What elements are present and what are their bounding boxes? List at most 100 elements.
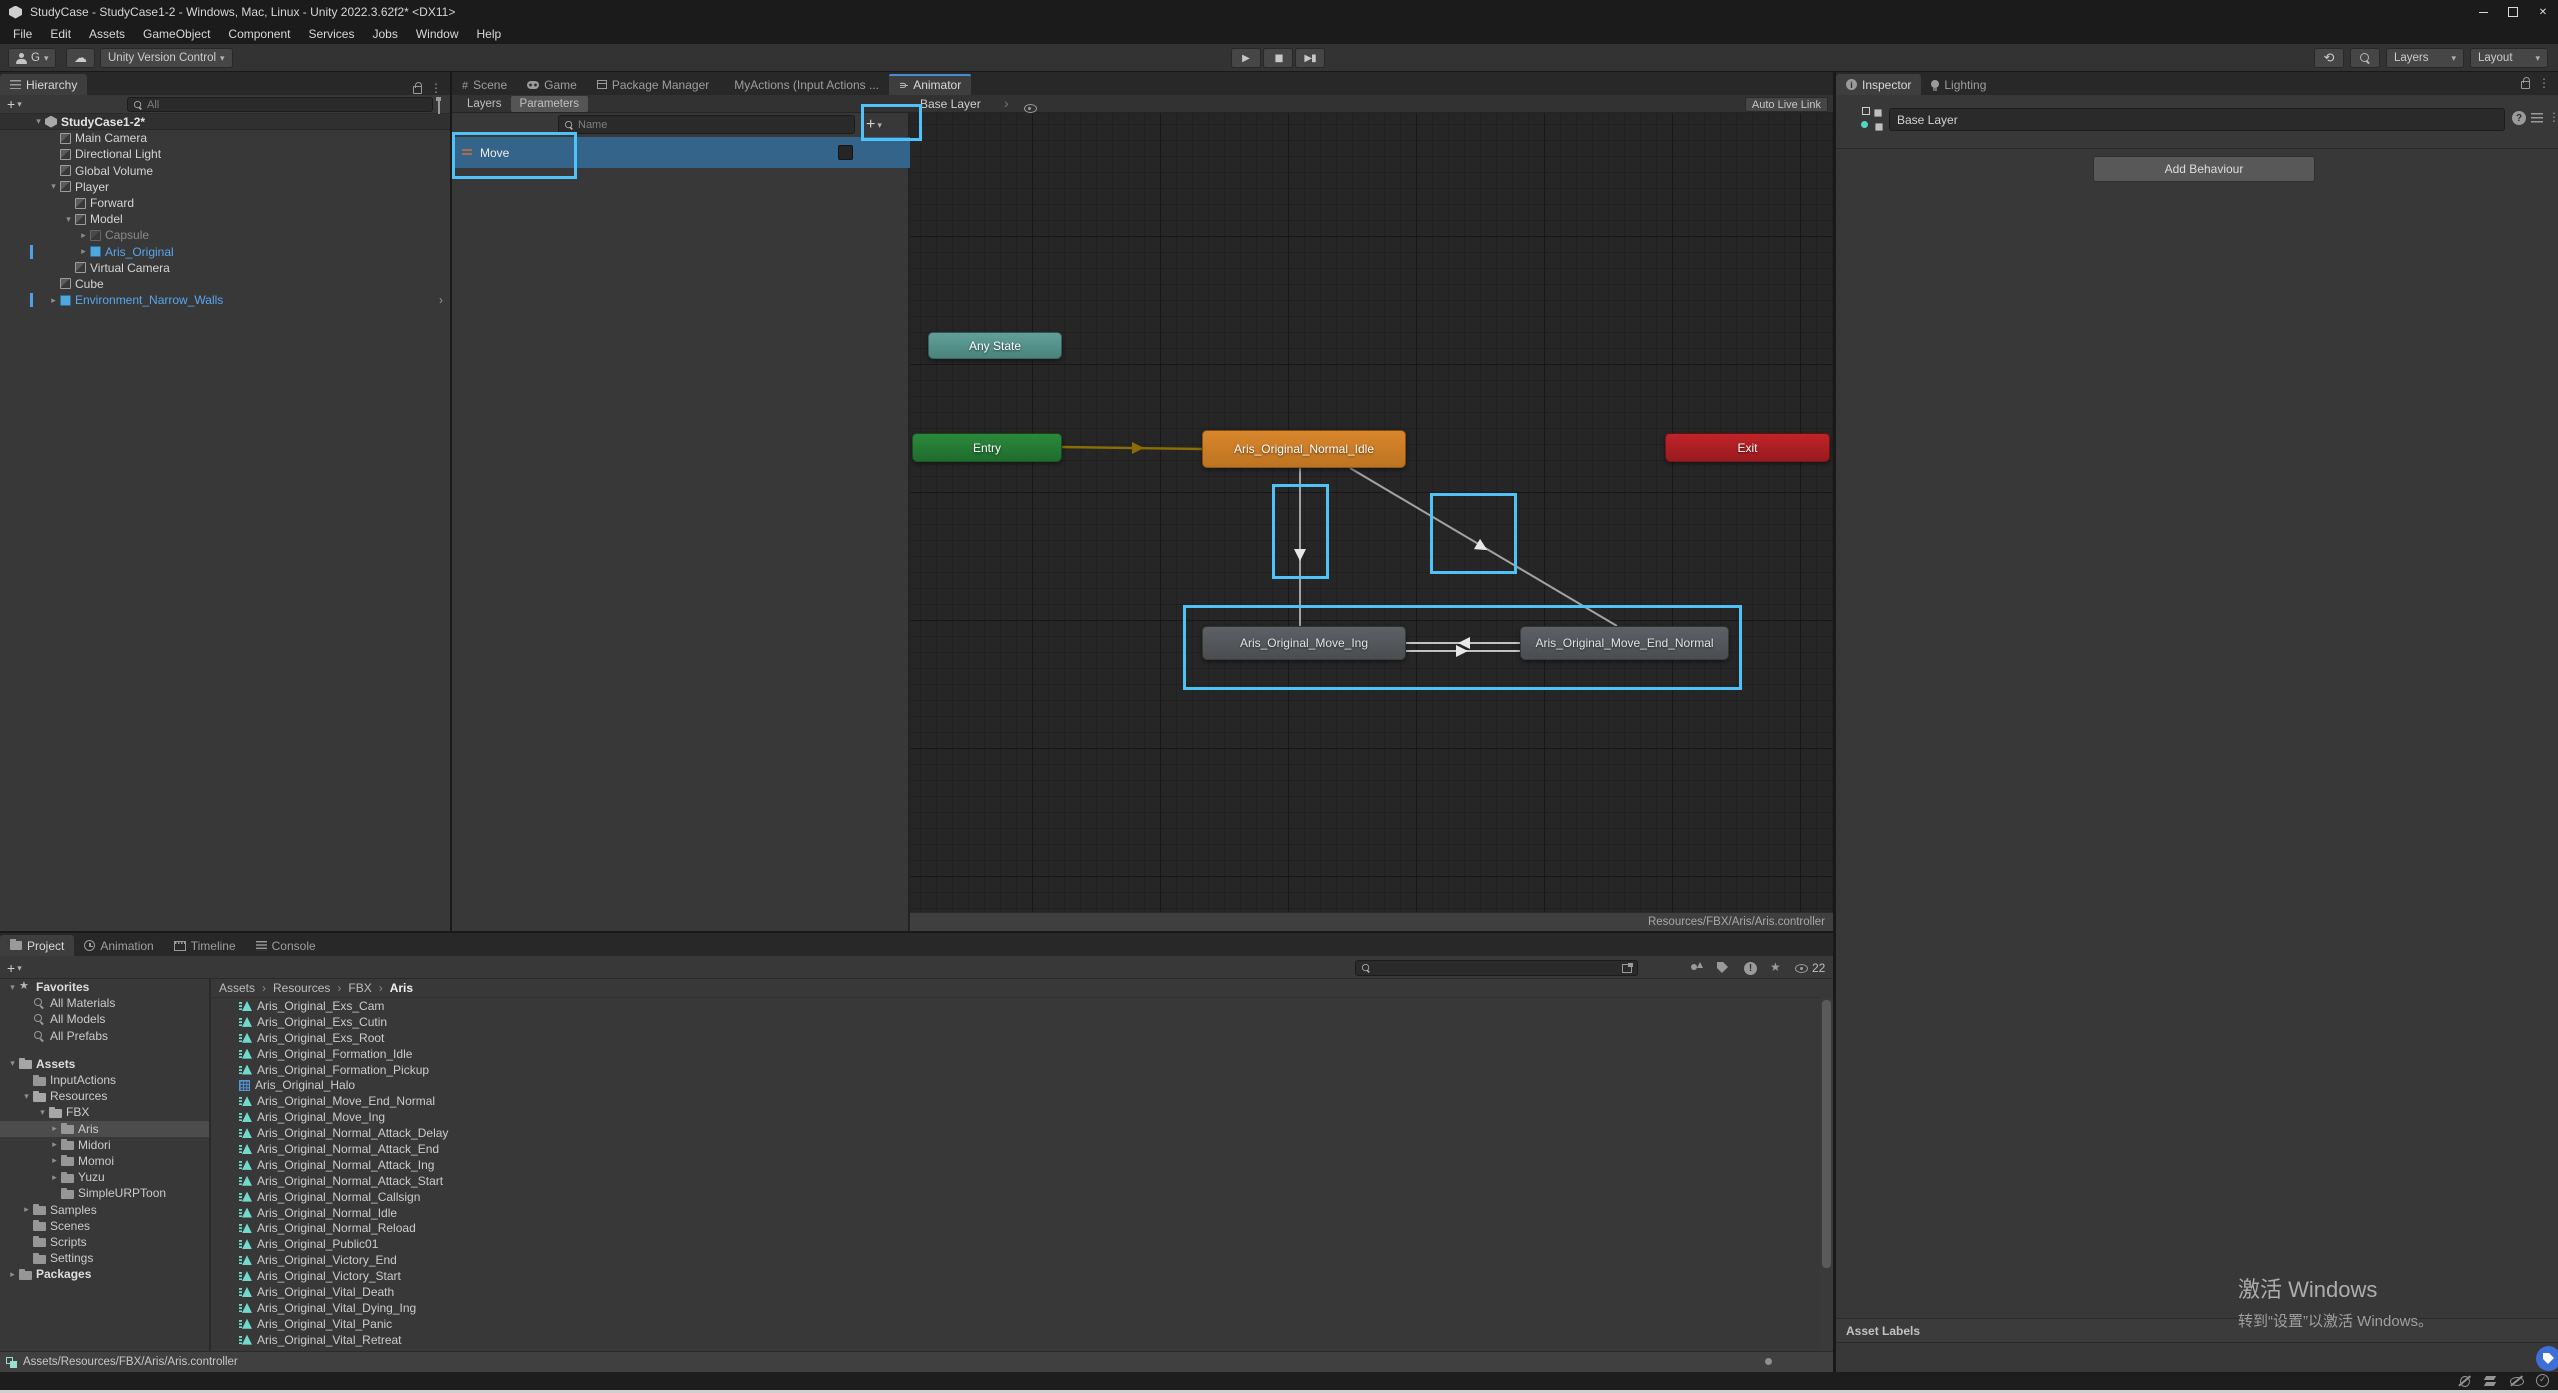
folder-row[interactable]: Assets: [0, 1056, 209, 1072]
asset-row[interactable]: Aris_Original_Move_Ing: [211, 1109, 1820, 1125]
lock-icon[interactable]: [413, 86, 422, 94]
foldout-icon[interactable]: [32, 116, 45, 127]
foldout-icon[interactable]: [6, 1058, 19, 1069]
folder-row[interactable]: FBX: [0, 1104, 209, 1120]
foldout-icon[interactable]: [48, 1172, 61, 1183]
asset-labels-header[interactable]: Asset Labels: [1836, 1318, 2558, 1343]
hierarchy-row[interactable]: Main Camera: [0, 130, 450, 146]
asset-row[interactable]: Aris_Original_Exs_Cam: [211, 998, 1820, 1014]
dock-tab[interactable]: Inspector: [1836, 74, 1921, 95]
folder-row[interactable]: Momoi: [0, 1153, 209, 1169]
open-window-icon[interactable]: [438, 98, 440, 114]
tab-layers[interactable]: Layers: [458, 96, 511, 112]
breadcrumb-item[interactable]: Resources: [273, 981, 348, 995]
hidden-count-eye-icon[interactable]: [1795, 964, 1808, 973]
hierarchy-row[interactable]: Environment_Narrow_Walls: [0, 292, 450, 308]
dock-tab[interactable]: Console: [246, 935, 326, 956]
asset-row[interactable]: Aris_Original_Formation_Idle: [211, 1046, 1820, 1062]
play-button[interactable]: ▶: [1231, 48, 1261, 68]
asset-row[interactable]: Aris_Original_Normal_Attack_Delay: [211, 1125, 1820, 1141]
state-node[interactable]: Aris_Original_Normal_Idle: [1202, 430, 1406, 468]
kebab-menu-icon[interactable]: ⋮: [2538, 76, 2550, 90]
menu-item[interactable]: Edit: [41, 25, 80, 43]
state-machine-graph[interactable]: Any State Entry Aris_Original_Normal_Idl…: [910, 113, 1833, 912]
tab-hierarchy[interactable]: Hierarchy: [0, 74, 87, 95]
breadcrumb-item[interactable]: Aris: [390, 981, 413, 995]
dock-tab[interactable]: Timeline: [164, 935, 246, 956]
asset-row[interactable]: Aris_Original_Normal_Attack_Ing: [211, 1157, 1820, 1173]
folder-row[interactable]: Favorites: [0, 979, 209, 995]
parameter-bool-checkbox[interactable]: [838, 145, 853, 160]
hierarchy-row[interactable]: Player: [0, 179, 450, 195]
dock-tab[interactable]: MyActions (Input Actions ...: [719, 74, 889, 95]
dock-tab[interactable]: Package Manager: [587, 74, 719, 95]
asset-row[interactable]: Aris_Original_Victory_Start: [211, 1268, 1820, 1284]
maximize-button[interactable]: [2498, 0, 2528, 24]
state-node[interactable]: Any State: [928, 332, 1062, 359]
hierarchy-row[interactable]: Aris_Original: [0, 244, 450, 260]
foldout-icon[interactable]: [6, 982, 19, 993]
save-search-star-icon[interactable]: ★: [1770, 960, 1781, 974]
hierarchy-row[interactable]: Cube: [0, 276, 450, 292]
layers-dropdown[interactable]: Layers ▾: [2386, 48, 2464, 68]
state-node[interactable]: Aris_Original_Move_End_Normal: [1520, 626, 1729, 660]
dock-tab[interactable]: Project: [0, 935, 74, 956]
account-button[interactable]: G ▾: [8, 48, 56, 68]
foldout-icon[interactable]: [48, 1139, 61, 1150]
menu-item[interactable]: Window: [407, 25, 468, 43]
state-node[interactable]: Entry: [912, 433, 1062, 462]
kebab-menu-icon[interactable]: ⋮: [2548, 110, 2558, 124]
thumbnail-size-slider[interactable]: [1765, 1358, 1772, 1365]
foldout-icon[interactable]: [77, 246, 90, 257]
dock-tab[interactable]: Scene: [452, 74, 517, 95]
folder-row[interactable]: Midori: [0, 1137, 209, 1153]
hierarchy-row[interactable]: StudyCase1-2*: [0, 114, 450, 130]
breadcrumb-item[interactable]: Assets: [219, 981, 273, 995]
asset-row[interactable]: Aris_Original_Exs_Root: [211, 1030, 1820, 1046]
add-parameter-button[interactable]: + ▾: [866, 115, 906, 135]
menu-item[interactable]: File: [4, 25, 41, 43]
cloud-button[interactable]: ☁: [66, 48, 95, 68]
foldout-icon[interactable]: [6, 1269, 19, 1280]
undo-history-button[interactable]: ⟲: [2314, 48, 2344, 68]
pause-button[interactable]: ▮▮: [1263, 48, 1293, 68]
foldout-icon[interactable]: [48, 1123, 61, 1134]
foldout-icon[interactable]: [62, 214, 75, 225]
search-by-label-icon[interactable]: [1717, 962, 1728, 973]
foldout-icon[interactable]: [77, 230, 90, 241]
drag-handle-icon[interactable]: [462, 149, 472, 156]
scrollbar[interactable]: [1820, 998, 1833, 1351]
folder-row[interactable]: InputActions: [0, 1072, 209, 1088]
asset-row[interactable]: Aris_Original_Vital_Death: [211, 1284, 1820, 1300]
menu-item[interactable]: Jobs: [363, 25, 406, 43]
scrollbar-thumb[interactable]: [1822, 1000, 1831, 1268]
foldout-icon[interactable]: [48, 1155, 61, 1166]
breadcrumb[interactable]: Base Layer: [920, 97, 981, 111]
search-by-type-icon[interactable]: [1691, 962, 1704, 974]
layer-name-field[interactable]: Base Layer: [1889, 108, 2505, 131]
create-asset-button[interactable]: + ▾: [7, 960, 22, 976]
hierarchy-row[interactable]: Global Volume: [0, 163, 450, 179]
asset-row[interactable]: Aris_Original_Normal_Idle: [211, 1205, 1820, 1221]
folder-row[interactable]: Samples: [0, 1201, 209, 1217]
folder-row[interactable]: Yuzu: [0, 1169, 209, 1185]
foldout-icon[interactable]: [47, 181, 60, 192]
foldout-icon[interactable]: [47, 295, 60, 306]
asset-row[interactable]: Aris_Original_Victory_End: [211, 1252, 1820, 1268]
presets-icon[interactable]: [2531, 113, 2543, 124]
menu-item[interactable]: Help: [468, 25, 511, 43]
parameter-search-input[interactable]: Name: [558, 115, 855, 134]
folder-row[interactable]: Scripts: [0, 1234, 209, 1250]
close-button[interactable]: [2528, 0, 2558, 24]
folder-row[interactable]: [0, 1044, 209, 1056]
folder-row[interactable]: Aris: [0, 1121, 209, 1137]
folder-row[interactable]: Packages: [0, 1266, 209, 1282]
folder-row[interactable]: Resources: [0, 1088, 209, 1104]
asset-row[interactable]: Aris_Original_Move_End_Normal: [211, 1093, 1820, 1109]
hierarchy-row[interactable]: Capsule: [0, 227, 450, 243]
hierarchy-row[interactable]: Directional Light: [0, 146, 450, 162]
create-object-button[interactable]: + ▾: [7, 96, 22, 112]
asset-row[interactable]: Aris_Original_Vital_Panic: [211, 1316, 1820, 1332]
asset-row[interactable]: Aris_Original_Normal_Reload: [211, 1220, 1820, 1236]
hierarchy-row[interactable]: Virtual Camera: [0, 260, 450, 276]
